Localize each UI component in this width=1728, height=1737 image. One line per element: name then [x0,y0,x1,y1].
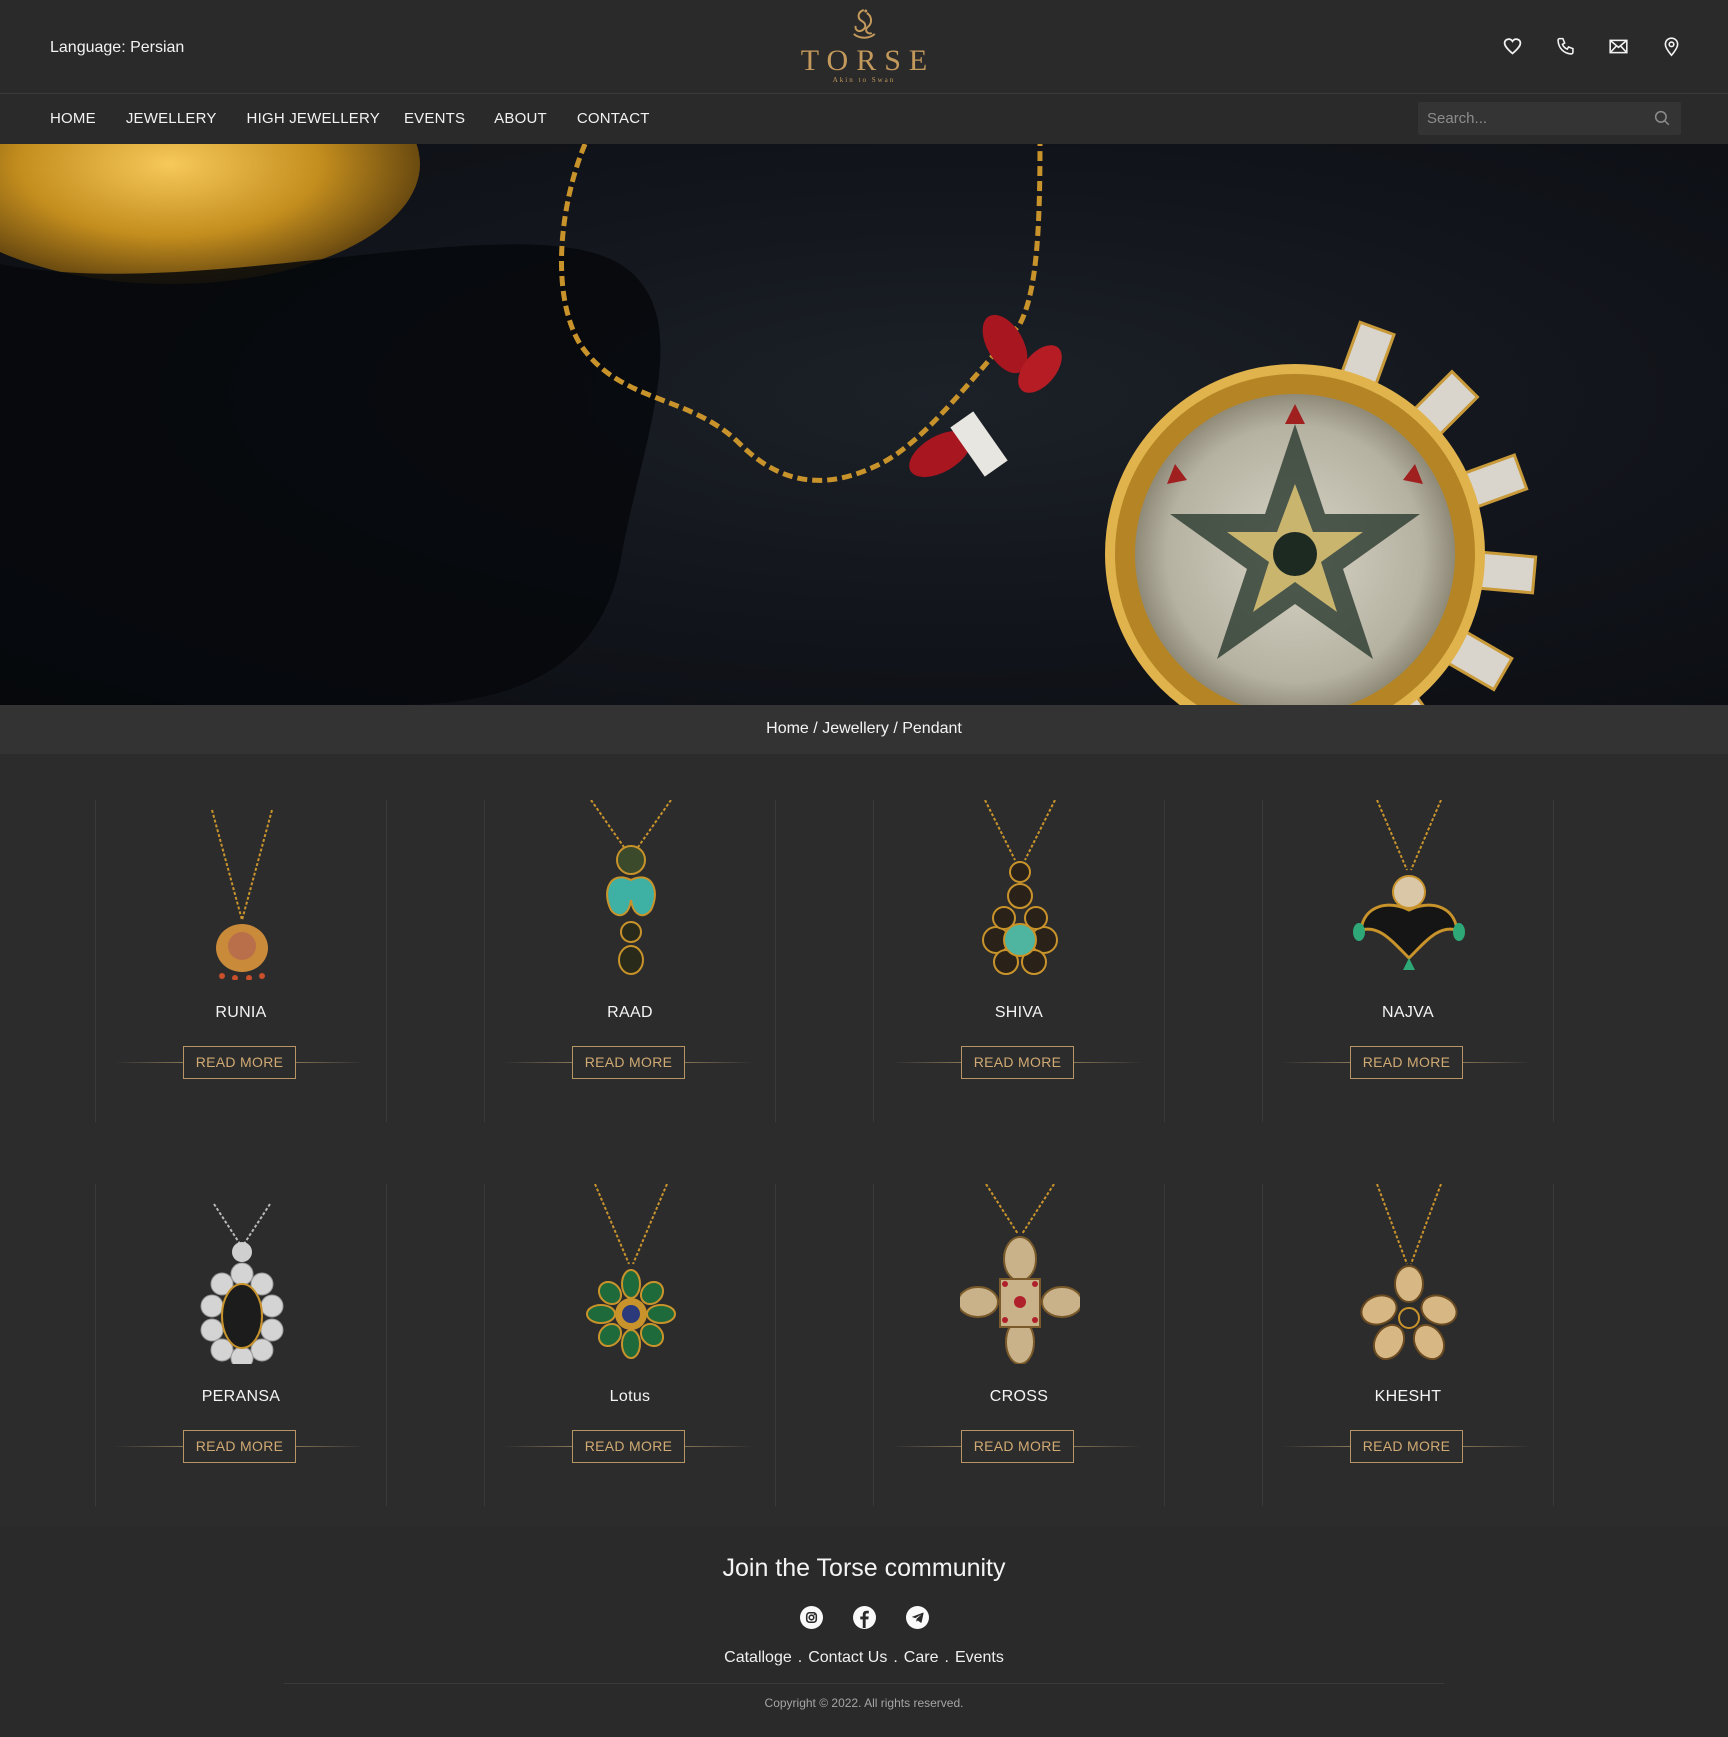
product-card[interactable]: CROSS READ MORE [873,1184,1165,1506]
breadcrumb: Home / Jewellery / Pendant [0,705,1728,754]
telegram-icon[interactable] [905,1606,929,1629]
product-card[interactable]: Lotus READ MORE [484,1184,776,1506]
footer-title: Join the Torse community [722,1554,1006,1582]
product-name[interactable]: RAAD [485,1004,775,1022]
read-more-button[interactable]: READ MORE [183,1046,296,1079]
product-image [200,1203,284,1364]
hero-pendant-image [0,144,1538,705]
product-card[interactable]: SHIVA READ MORE [873,800,1165,1122]
footer-link-events[interactable]: Events [955,1649,1004,1666]
product-name[interactable]: PERANSA [96,1388,386,1406]
breadcrumb-separator: / [813,720,818,737]
logo[interactable]: TORSE Akin to Swan [793,8,935,84]
product-image [586,1184,676,1359]
search-box [1418,102,1681,135]
product-card[interactable]: KHESHT READ MORE [1262,1184,1554,1506]
breadcrumb-current: Pendant [902,720,962,737]
breadcrumb-separator: / [893,720,898,737]
product-image [590,800,672,975]
footer-link-separator: . [893,1649,898,1666]
nav-contact[interactable]: CONTACT [577,110,650,127]
product-image [960,1184,1080,1364]
product-name[interactable]: SHIVA [874,1004,1164,1022]
product-card[interactable]: RAAD READ MORE [484,800,776,1122]
nav-high-jewellery[interactable]: HIGH JEWELLERY [247,110,380,127]
product-name[interactable]: NAJVA [1263,1004,1553,1022]
footer-link-contact[interactable]: Contact Us [808,1649,887,1666]
read-more-button[interactable]: READ MORE [572,1430,685,1463]
top-bar: Language: Persian TORSE Akin to Swan [0,0,1728,94]
read-more-button[interactable]: READ MORE [1350,1430,1463,1463]
heart-icon[interactable] [1502,36,1523,57]
logo-tagline: Akin to Swan [832,76,896,84]
swan-logo-icon [853,9,876,39]
product-image [982,800,1058,975]
nav-jewellery[interactable]: JEWELLERY [126,110,217,127]
read-more-button[interactable]: READ MORE [1350,1046,1463,1079]
search-icon[interactable] [1653,109,1671,127]
read-more-button[interactable]: READ MORE [183,1430,296,1463]
product-name[interactable]: RUNIA [96,1004,386,1022]
footer-divider [284,1683,1444,1684]
read-more-button[interactable]: READ MORE [961,1046,1074,1079]
product-card[interactable]: NAJVA READ MORE [1262,800,1554,1122]
footer-link-care[interactable]: Care [904,1649,939,1666]
read-more-button[interactable]: READ MORE [572,1046,685,1079]
facebook-icon[interactable] [852,1606,876,1629]
product-grid: RUNIA READ MORE RAAD READ MORE SHIVA REA… [0,754,1728,1526]
phone-icon[interactable] [1555,36,1576,57]
footer-link-catalogue[interactable]: Catalloge [724,1649,792,1666]
social-links [0,1606,1728,1629]
product-name[interactable]: Lotus [485,1388,775,1406]
nav-about[interactable]: ABOUT [494,110,547,127]
nav-links: HOME JEWELLERY HIGH JEWELLERY EVENTS ABO… [50,110,680,127]
copyright: Copyright © 2022. All rights reserved. [764,1696,964,1710]
location-icon[interactable] [1661,36,1682,57]
product-card[interactable]: RUNIA READ MORE [95,800,387,1122]
footer-link-separator: . [944,1649,949,1666]
breadcrumb-home[interactable]: Home [766,720,809,737]
product-image [1360,1184,1458,1361]
nav-events[interactable]: EVENTS [404,110,465,127]
language-selector[interactable]: Language: Persian [50,39,184,57]
product-card[interactable]: PERANSA READ MORE [95,1184,387,1506]
mail-icon[interactable] [1608,36,1629,57]
footer: Join the Torse community Catalloge. Conta… [0,1526,1728,1737]
product-name[interactable]: CROSS [874,1388,1164,1406]
footer-link-separator: . [797,1649,803,1666]
main-nav: HOME JEWELLERY HIGH JEWELLERY EVENTS ABO… [0,94,1728,144]
product-name[interactable]: KHESHT [1263,1388,1553,1406]
header-icons [1502,36,1682,57]
breadcrumb-jewellery[interactable]: Jewellery [822,720,889,737]
hero-banner [0,144,1728,705]
logo-wordmark: TORSE [800,44,936,77]
product-image [1353,800,1465,970]
read-more-button[interactable]: READ MORE [961,1430,1074,1463]
instagram-icon[interactable] [799,1606,823,1629]
nav-home[interactable]: HOME [50,110,96,127]
product-image [211,809,273,980]
footer-links: Catalloge. Contact Us. Care. Events [0,1649,1728,1667]
search-input[interactable] [1418,102,1648,135]
